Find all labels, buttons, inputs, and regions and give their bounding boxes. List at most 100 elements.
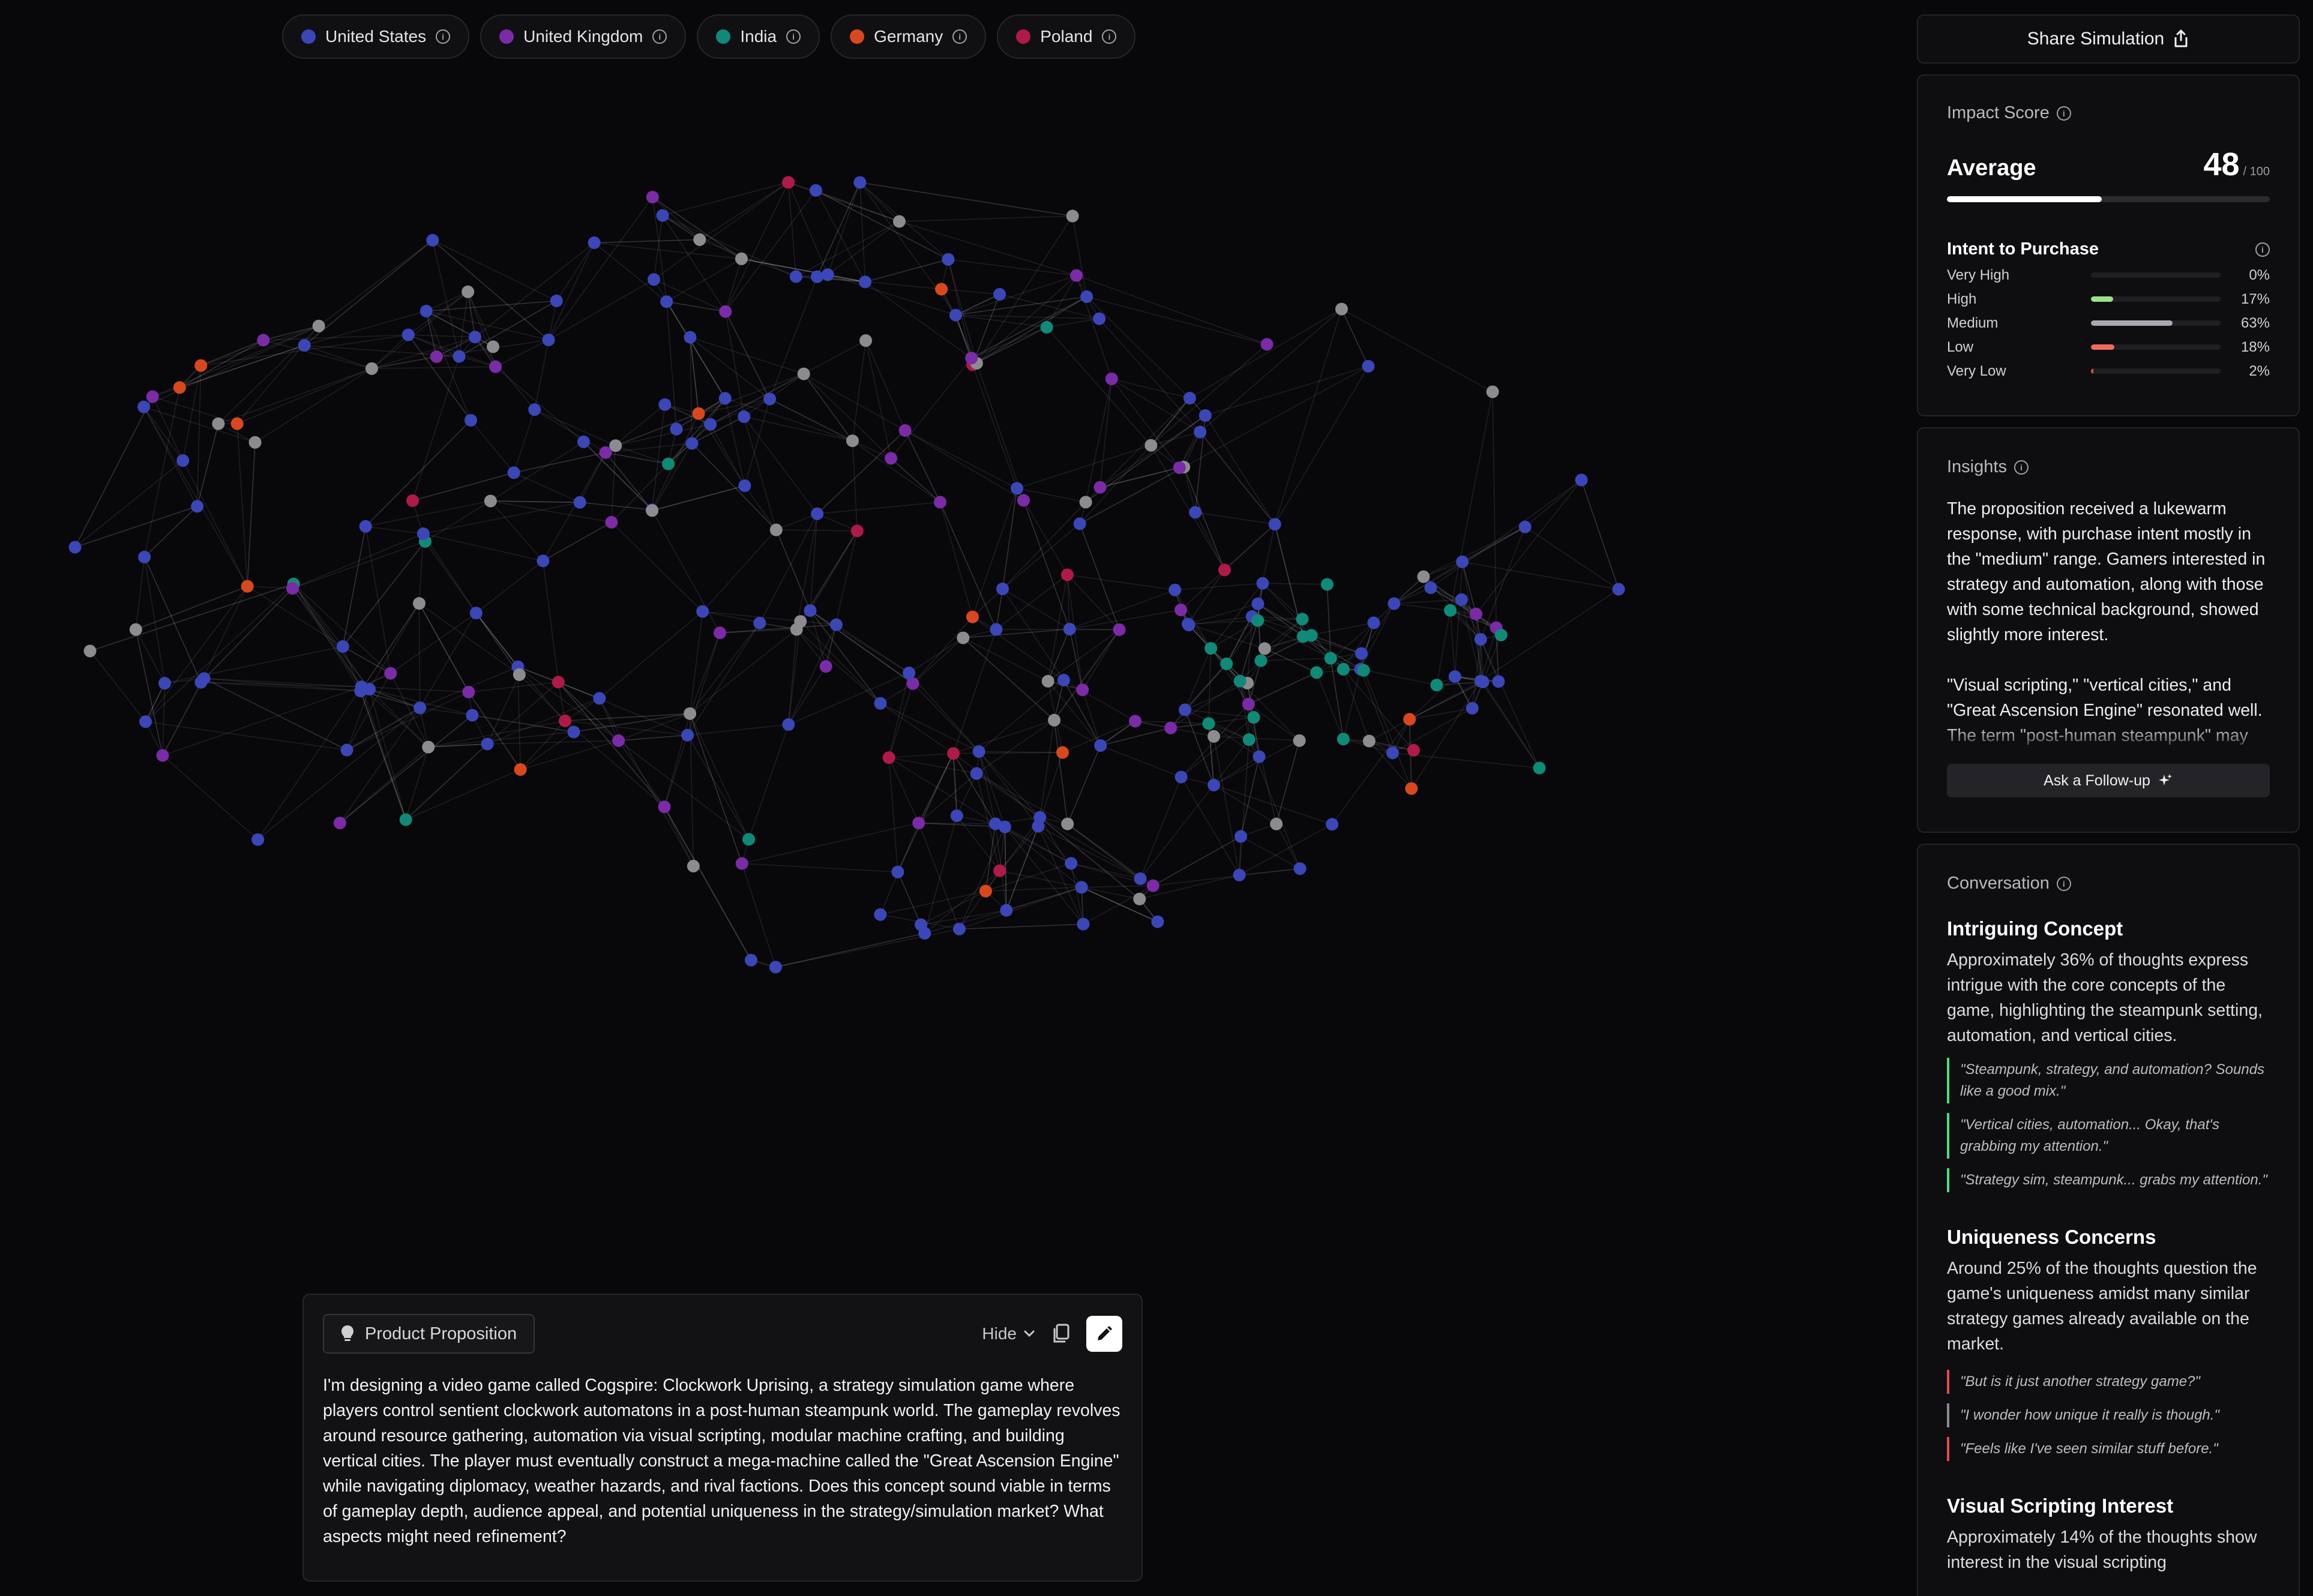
persona-node[interactable] — [684, 707, 697, 720]
persona-node[interactable] — [212, 417, 225, 430]
persona-node[interactable] — [819, 660, 832, 673]
persona-node[interactable] — [742, 833, 756, 846]
persona-node[interactable] — [1182, 619, 1196, 632]
persona-node[interactable] — [1253, 750, 1266, 763]
persona-node[interactable] — [972, 745, 985, 758]
persona-node[interactable] — [156, 749, 169, 762]
persona-node[interactable] — [935, 283, 948, 296]
persona-node[interactable] — [422, 740, 435, 754]
persona-node[interactable] — [593, 692, 606, 705]
persona-node[interactable] — [874, 908, 887, 921]
info-icon[interactable]: i — [2014, 460, 2029, 475]
persona-node[interactable] — [1169, 583, 1182, 596]
persona-node[interactable] — [912, 817, 925, 830]
persona-node[interactable] — [513, 668, 526, 681]
persona-node[interactable] — [704, 418, 717, 431]
persona-node[interactable] — [1129, 715, 1142, 728]
persona-node[interactable] — [1233, 868, 1246, 881]
persona-node[interactable] — [1324, 652, 1337, 665]
persona-node[interactable] — [1469, 607, 1482, 620]
persona-node[interactable] — [484, 494, 497, 508]
persona-node[interactable] — [466, 709, 479, 722]
persona-node[interactable] — [1466, 701, 1479, 715]
persona-node[interactable] — [514, 763, 527, 776]
persona-node[interactable] — [1174, 604, 1187, 617]
persona-node[interactable] — [769, 523, 783, 536]
persona-node[interactable] — [1486, 385, 1499, 398]
persona-node[interactable] — [1093, 481, 1107, 494]
persona-node[interactable] — [1430, 679, 1443, 692]
persona-node[interactable] — [1199, 409, 1212, 422]
persona-node[interactable] — [1254, 654, 1268, 667]
persona-node[interactable] — [859, 275, 872, 289]
persona-node[interactable] — [469, 331, 482, 344]
persona-node[interactable] — [1205, 642, 1218, 655]
copy-icon[interactable] — [1051, 1324, 1069, 1344]
persona-node[interactable] — [1417, 570, 1430, 583]
persona-node[interactable] — [1076, 683, 1089, 697]
persona-node[interactable] — [1048, 713, 1061, 727]
persona-node[interactable] — [1146, 879, 1160, 892]
persona-node[interactable] — [1144, 439, 1158, 452]
persona-node[interactable] — [1134, 872, 1147, 886]
persona-node[interactable] — [949, 308, 962, 322]
persona-node[interactable] — [336, 640, 349, 653]
persona-node[interactable] — [1335, 302, 1348, 316]
persona-node[interactable] — [769, 961, 782, 974]
persona-node[interactable] — [83, 644, 97, 658]
persona-node[interactable] — [1444, 604, 1457, 617]
ask-follow-up-button[interactable]: Ask a Follow-up — [1947, 764, 2270, 797]
persona-node[interactable] — [718, 392, 732, 405]
legend-united-states[interactable]: United States i — [282, 14, 470, 59]
persona-node[interactable] — [1256, 577, 1269, 590]
persona-node[interactable] — [1175, 770, 1188, 784]
persona-node[interactable] — [874, 697, 887, 710]
persona-node[interactable] — [947, 747, 960, 760]
persona-node[interactable] — [176, 454, 190, 467]
persona-node[interactable] — [414, 701, 427, 715]
info-icon[interactable]: i — [2255, 242, 2270, 257]
persona-node[interactable] — [453, 350, 466, 363]
persona-node[interactable] — [1075, 881, 1088, 894]
persona-node[interactable] — [846, 434, 859, 448]
persona-node[interactable] — [1293, 862, 1307, 875]
persona-node[interactable] — [139, 715, 152, 728]
persona-node[interactable] — [286, 582, 299, 595]
persona-node[interactable] — [1305, 629, 1318, 642]
persona-node[interactable] — [359, 520, 372, 533]
persona-node[interactable] — [685, 437, 699, 450]
persona-node[interactable] — [738, 479, 751, 493]
persona-node[interactable] — [612, 734, 625, 747]
persona-node[interactable] — [1040, 320, 1053, 334]
legend-poland[interactable]: Poland i — [997, 14, 1136, 59]
persona-node[interactable] — [1320, 578, 1334, 591]
persona-node[interactable] — [1077, 917, 1090, 931]
persona-node[interactable] — [1456, 555, 1469, 568]
persona-node[interactable] — [1234, 830, 1247, 843]
persona-node[interactable] — [693, 233, 706, 246]
persona-node[interactable] — [462, 285, 475, 298]
persona-node[interactable] — [687, 860, 700, 873]
persona-node[interactable] — [129, 623, 142, 636]
persona-node[interactable] — [1407, 743, 1420, 757]
persona-node[interactable] — [790, 623, 803, 636]
info-icon[interactable]: i — [952, 29, 967, 44]
persona-node[interactable] — [966, 610, 979, 623]
persona-node[interactable] — [558, 714, 571, 727]
persona-node[interactable] — [1218, 563, 1231, 577]
persona-node[interactable] — [942, 253, 955, 266]
persona-node[interactable] — [1017, 494, 1030, 507]
persona-node[interactable] — [681, 728, 694, 742]
persona-node[interactable] — [658, 800, 671, 814]
persona-node[interactable] — [465, 413, 478, 427]
persona-node[interactable] — [340, 743, 353, 757]
persona-node[interactable] — [406, 494, 419, 507]
persona-node[interactable] — [1208, 778, 1221, 791]
persona-node[interactable] — [1260, 338, 1274, 351]
persona-node[interactable] — [1220, 657, 1233, 670]
persona-node[interactable] — [713, 626, 726, 640]
persona-node[interactable] — [660, 295, 673, 308]
persona-node[interactable] — [1268, 518, 1281, 531]
persona-node[interactable] — [489, 360, 502, 373]
persona-node[interactable] — [789, 270, 802, 283]
